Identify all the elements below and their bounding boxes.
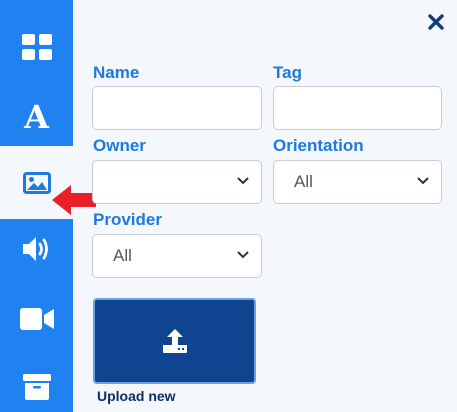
name-label: Name bbox=[93, 63, 140, 82]
upload-new-button[interactable] bbox=[93, 298, 256, 384]
orientation-select[interactable]: All bbox=[273, 160, 442, 204]
orientation-label: Orientation bbox=[273, 136, 364, 155]
image-icon bbox=[22, 171, 51, 194]
provider-label: Provider bbox=[93, 210, 162, 229]
chevron-down-icon bbox=[237, 251, 249, 259]
sidebar-item-text[interactable]: A bbox=[0, 80, 73, 153]
sidebar-item-archive[interactable] bbox=[0, 350, 73, 412]
video-camera-icon bbox=[19, 307, 54, 330]
sidebar-item-layout[interactable] bbox=[0, 10, 73, 83]
owner-select[interactable] bbox=[92, 160, 262, 204]
pointer-arrow-icon bbox=[52, 185, 96, 215]
chevron-down-icon bbox=[237, 177, 249, 185]
grid-icon bbox=[21, 33, 52, 60]
tag-input[interactable] bbox=[273, 86, 442, 130]
letter-a-icon: A bbox=[24, 97, 49, 136]
close-button[interactable] bbox=[426, 12, 446, 32]
close-icon bbox=[428, 14, 444, 30]
speaker-icon bbox=[22, 236, 48, 261]
owner-label: Owner bbox=[93, 136, 146, 155]
upload-new-label: Upload new bbox=[97, 388, 176, 404]
tag-label: Tag bbox=[273, 63, 302, 82]
name-input[interactable] bbox=[92, 86, 262, 130]
orientation-select-value: All bbox=[294, 172, 313, 191]
sidebar-item-audio[interactable] bbox=[0, 212, 73, 285]
provider-select-value: All bbox=[113, 246, 132, 265]
upload-icon bbox=[162, 329, 187, 353]
archive-box-icon bbox=[22, 373, 51, 400]
provider-select[interactable]: All bbox=[92, 234, 262, 278]
chevron-down-icon bbox=[417, 177, 429, 185]
sidebar-item-video[interactable] bbox=[0, 282, 73, 355]
